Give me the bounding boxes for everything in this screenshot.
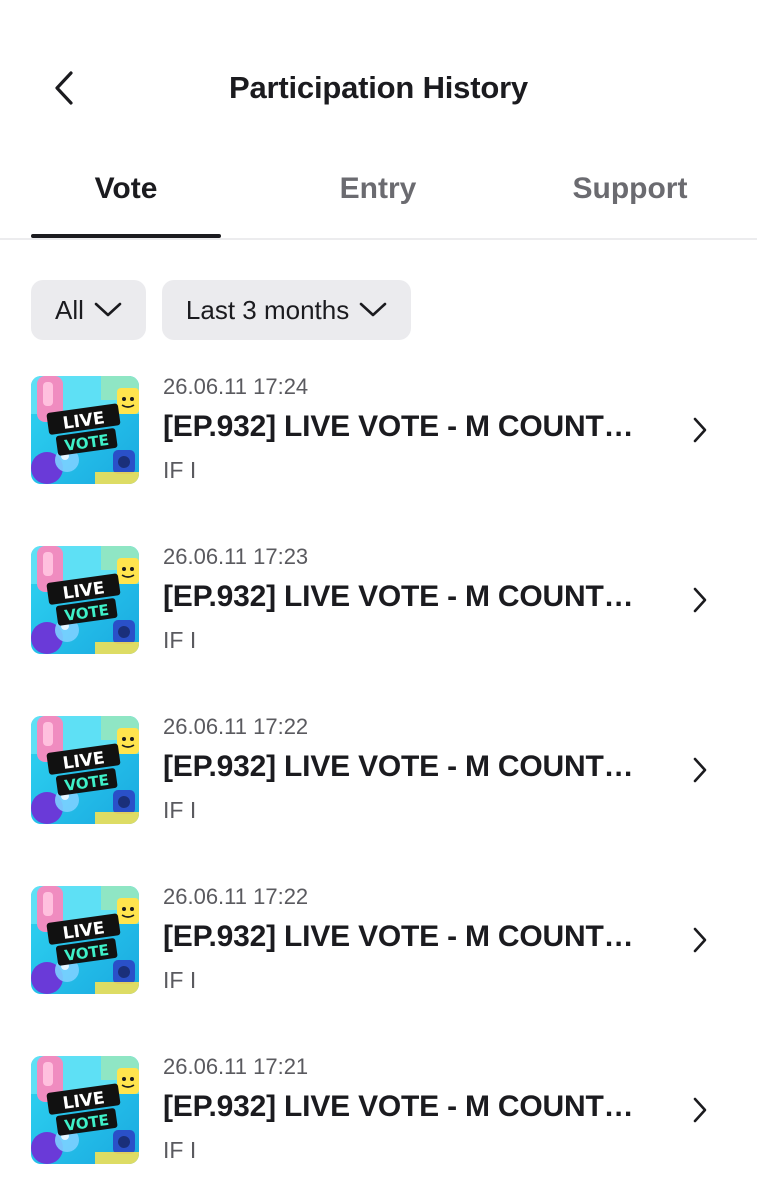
item-artist: IF I: [163, 627, 197, 653]
page-title: Participation History: [229, 70, 528, 105]
chevron-right-icon[interactable]: [686, 584, 714, 616]
live-vote-thumbnail: LIVE VOTE: [31, 886, 139, 994]
item-date: 26.06.11 17:24: [163, 374, 309, 399]
chevron-right-icon[interactable]: [686, 414, 714, 446]
chevron-down-icon: [94, 302, 122, 318]
active-tab-indicator: [31, 234, 221, 238]
item-title: [EP.932] LIVE VOTE - M COUNTDOWN: [163, 1090, 653, 1123]
item-title: [EP.932] LIVE VOTE - M COUNTDOWN: [163, 410, 653, 443]
tab-bar: Vote Entry Support: [0, 150, 757, 240]
item-date: 26.06.11 17:21: [163, 1054, 309, 1079]
chevron-right-icon[interactable]: [686, 754, 714, 786]
chevron-right-icon[interactable]: [686, 924, 714, 956]
tab-entry[interactable]: Entry: [283, 172, 473, 206]
live-vote-thumbnail: LIVE VOTE: [31, 546, 139, 654]
live-vote-thumbnail: LIVE VOTE: [31, 1056, 139, 1164]
category-filter-label: All: [55, 294, 84, 325]
tab-vote[interactable]: Vote: [31, 172, 221, 206]
filter-bar: All Last 3 months: [31, 280, 412, 340]
item-title: [EP.932] LIVE VOTE - M COUNTDOWN: [163, 920, 653, 953]
list-item[interactable]: LIVE VOTE 26.06.11 17:22 [EP.932] LIVE V…: [0, 880, 757, 1000]
item-artist: IF I: [163, 797, 197, 823]
item-date: 26.06.11 17:22: [163, 714, 309, 739]
period-filter-dropdown[interactable]: Last 3 months: [161, 280, 412, 340]
header: Participation History: [0, 0, 757, 150]
category-filter-dropdown[interactable]: All: [31, 280, 146, 340]
live-vote-thumbnail: LIVE VOTE: [31, 716, 139, 824]
live-vote-thumbnail: LIVE VOTE: [31, 376, 139, 484]
item-artist: IF I: [163, 1137, 197, 1163]
item-date: 26.06.11 17:23: [163, 544, 309, 569]
list-item[interactable]: LIVE VOTE 26.06.11 17:21 [EP.932] LIVE V…: [0, 1050, 757, 1170]
item-title: [EP.932] LIVE VOTE - M COUNTDOWN: [163, 580, 653, 613]
item-artist: IF I: [163, 457, 197, 483]
chevron-down-icon: [359, 302, 387, 318]
tab-support[interactable]: Support: [535, 172, 725, 206]
list-item[interactable]: LIVE VOTE 26.06.11 17:24 [EP.932] LIVE V…: [0, 370, 757, 490]
list-item[interactable]: LIVE VOTE 26.06.11 17:23 [EP.932] LIVE V…: [0, 540, 757, 660]
item-artist: IF I: [163, 967, 197, 993]
list-item[interactable]: LIVE VOTE 26.06.11 17:22 [EP.932] LIVE V…: [0, 710, 757, 830]
item-date: 26.06.11 17:22: [163, 884, 309, 909]
period-filter-label: Last 3 months: [185, 294, 350, 325]
item-title: [EP.932] LIVE VOTE - M COUNTDOWN: [163, 750, 653, 783]
chevron-right-icon[interactable]: [686, 1094, 714, 1126]
